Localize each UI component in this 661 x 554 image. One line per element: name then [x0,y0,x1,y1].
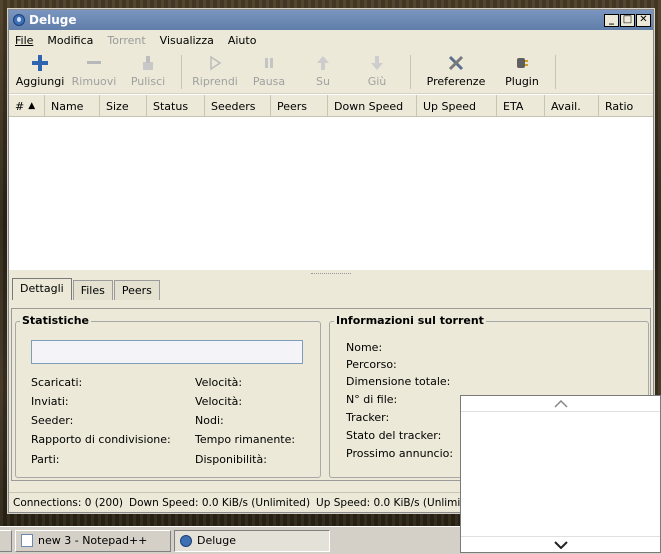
statistics-group: Statistiche Scaricati: Inviati: Seeder: … [15,314,321,478]
remove-button[interactable]: Rimuovi [67,50,121,94]
taskbar-item-deluge-label: Deluge [197,534,237,547]
notepad-icon [21,534,33,547]
menu-bar: File Modifica Torrent Visualizza Aiuto [9,30,653,50]
downloaded-label: Scaricati: [31,376,83,389]
minimize-button[interactable]: _ [604,13,619,27]
scroll-popup[interactable] [460,395,661,553]
taskbar-clipped-item[interactable] [0,529,12,552]
move-up-button[interactable]: Su [296,50,350,94]
move-down-label: Giù [367,75,387,88]
column-header-number[interactable]: # ▲ [9,95,45,117]
scroll-down-arrow[interactable] [461,536,660,552]
column-header-ratio[interactable]: Ratio [599,95,653,117]
time-remaining-label: Tempo rimanente: [195,433,296,446]
share-ratio-label: Rapporto di condivisione: [31,433,171,446]
status-up-speed[interactable]: Up Speed: 0.0 KiB/s (Unlimited) [316,497,482,509]
column-header-up-speed[interactable]: Up Speed [417,95,497,117]
arrow-up-icon [317,56,329,70]
close-button[interactable]: ✕ [636,13,651,27]
uploaded-label: Inviati: [31,395,69,408]
taskbar-item-notepad-label: new 3 - Notepad++ [38,534,148,547]
plus-icon [32,55,48,71]
column-header-avail[interactable]: Avail. [545,95,599,117]
menu-torrent[interactable]: Torrent [107,34,145,47]
preferences-button[interactable]: Preferenze [417,50,495,94]
window-title: Deluge [29,13,77,27]
plugin-label: Plugin [505,75,539,88]
info-name-label: Nome: [346,341,383,354]
column-header-peers[interactable]: Peers [271,95,328,117]
tab-dettagli[interactable]: Dettagli [12,278,72,300]
info-total-size-label: Dimensione totale: [346,375,451,388]
arrow-down-icon [371,56,383,70]
column-header-status[interactable]: Status [147,95,205,117]
chevron-up-icon [553,399,568,408]
menu-visualizza[interactable]: Visualizza [160,34,214,47]
taskbar-item-deluge[interactable]: Deluge [174,529,330,552]
info-next-announce-label: Prossimo annuncio: [346,447,454,460]
move-down-button[interactable]: Giù [350,50,404,94]
minus-icon [87,61,101,64]
toolbar-separator [410,55,411,89]
resume-button[interactable]: Riprendi [188,50,242,94]
torrent-info-title: Informazioni sul torrent [334,314,486,327]
peers-count-label: Nodi: [195,414,224,427]
details-tabs: Dettagli Files Peers [9,278,653,300]
column-header-name[interactable]: Name [45,95,100,117]
progress-bar [31,340,303,364]
clear-label: Pulisci [130,75,166,88]
pieces-label: Parti: [31,453,60,466]
maximize-button[interactable]: □ [620,13,635,27]
column-header-eta[interactable]: ETA [497,95,545,117]
add-label: Aggiungi [15,75,65,88]
torrent-table-header: # ▲ Name Size Status Seeders Peers Down S… [9,94,653,117]
pause-label: Pausa [252,75,286,88]
toolbar-separator [181,55,182,89]
resume-label: Riprendi [192,75,238,88]
info-tracker-status-label: Stato del tracker: [346,429,442,442]
clear-button[interactable]: Pulisci [121,50,175,94]
tab-peers[interactable]: Peers [113,280,160,300]
status-down-speed[interactable]: Down Speed: 0.0 KiB/s (Unlimited) [129,497,310,509]
availability-label: Disponibilità: [195,453,267,466]
upload-speed-label: Velocità: [195,395,243,408]
info-path-label: Percorso: [346,358,397,371]
add-button[interactable]: Aggiungi [13,50,67,94]
broom-icon [143,56,153,70]
move-up-label: Su [316,75,330,88]
scroll-up-arrow[interactable] [461,396,660,412]
play-icon [210,55,222,71]
statistics-title: Statistiche [20,314,92,327]
preferences-label: Preferenze [426,75,486,88]
tools-icon [448,55,464,71]
info-file-count-label: N° di file: [346,393,398,406]
column-header-seeders[interactable]: Seeders [205,95,271,117]
info-tracker-label: Tracker: [346,411,390,424]
menu-aiuto[interactable]: Aiuto [228,34,257,47]
seeders-label: Seeder: [31,414,74,427]
column-header-size[interactable]: Size [100,95,147,117]
chevron-down-icon [553,540,568,549]
menu-file[interactable]: File [15,34,33,47]
splitter-grip [311,273,351,275]
menu-modifica[interactable]: Modifica [47,34,93,47]
status-connections[interactable]: Connections: 0 (200) [13,497,123,509]
deluge-app-icon [13,14,25,26]
toolbar-separator [555,55,556,89]
deluge-taskbar-icon [180,534,192,547]
title-bar[interactable]: Deluge _ □ ✕ [9,10,653,30]
plugin-button[interactable]: Plugin [495,50,549,94]
download-speed-label: Velocità: [195,376,243,389]
column-header-down-speed[interactable]: Down Speed [328,95,417,117]
plugin-icon [517,58,528,68]
pane-splitter[interactable] [9,270,653,278]
torrent-list[interactable] [9,116,653,270]
pause-button[interactable]: Pausa [242,50,296,94]
tab-files[interactable]: Files [72,280,113,300]
remove-label: Rimuovi [71,75,117,88]
pause-icon [265,58,273,68]
taskbar-item-notepad[interactable]: new 3 - Notepad++ [15,529,171,552]
sort-ascending-icon: ▲ [28,101,36,111]
toolbar: Aggiungi Rimuovi Pulisci Riprendi Pausa … [9,50,653,94]
